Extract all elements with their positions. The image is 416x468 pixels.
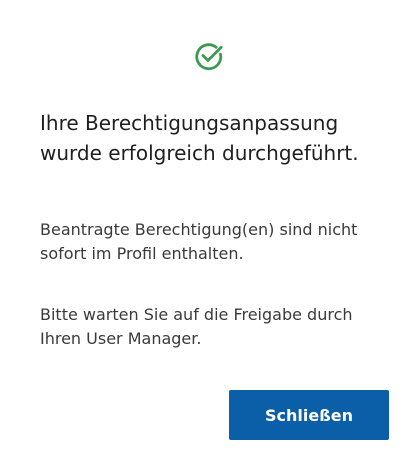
approval-info-text: Bitte warten Sie auf die Freigabe durch … (40, 305, 353, 348)
check-circle-icon-svg (195, 43, 223, 71)
permission-info-text: Beantragte Berechtigung(en) sind nicht s… (40, 220, 358, 263)
check-circle-ring (195, 43, 223, 71)
dialog-headline: Ihre Berechtigungsanpassung wurde erfolg… (40, 111, 359, 165)
close-button[interactable]: Schließen (229, 390, 389, 440)
check-mark (201, 45, 223, 62)
check-circle-icon (193, 40, 225, 72)
success-dialog: Ihre Berechtigungsanpassung wurde erfolg… (0, 0, 416, 468)
